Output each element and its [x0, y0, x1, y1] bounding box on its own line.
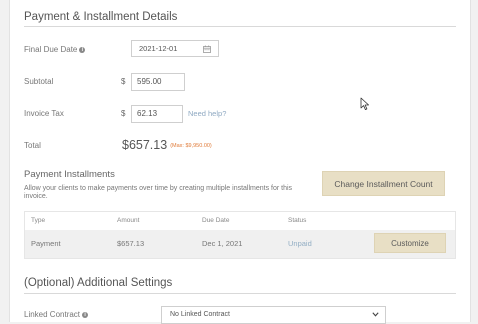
section-divider [24, 26, 456, 27]
installments-title: Payment Installments [24, 169, 115, 180]
additional-settings-title: (Optional) Additional Settings [24, 277, 173, 289]
section-divider [24, 293, 456, 294]
info-icon[interactable]: i [82, 312, 89, 318]
total-max: (Max: $9,950.00) [170, 143, 212, 149]
total-label: Total [24, 141, 41, 150]
change-installment-count-button[interactable]: Change Installment Count [322, 171, 445, 196]
row-type: Payment [31, 239, 61, 248]
subtotal-currency: $ [121, 77, 126, 86]
linked-contract-select[interactable]: No Linked Contract [161, 306, 386, 324]
linked-contract-value: No Linked Contract [170, 311, 230, 318]
final-due-date-input[interactable]: 2021-12-01 [131, 40, 219, 57]
column-header-status: Status [288, 217, 307, 224]
invoice-tax-label: Invoice Tax [24, 109, 64, 118]
final-due-date-label: Final Due Date i [24, 45, 86, 54]
row-due-date: Dec 1, 2021 [202, 239, 243, 248]
calendar-icon[interactable] [203, 45, 211, 53]
subtotal-input[interactable]: 595.00 [131, 73, 185, 91]
linked-contract-label: Linked Contract i [24, 310, 89, 319]
info-icon[interactable]: i [79, 47, 86, 53]
payment-details-card: Payment & Installment Details Final Due … [9, 0, 471, 324]
chevron-down-icon [372, 312, 379, 317]
row-status: Unpaid [288, 239, 312, 248]
installments-table: Type Amount Due Date Status Payment $657… [24, 211, 456, 259]
total-value: $657.13 (Max: $9,950.00) [122, 138, 212, 152]
invoice-tax-input[interactable]: 62.13 [131, 105, 183, 123]
subtotal-label: Subtotal [24, 77, 54, 86]
mouse-cursor-icon [360, 97, 369, 110]
customize-button[interactable]: Customize [374, 233, 446, 253]
table-row: Payment $657.13 Dec 1, 2021 Unpaid Custo… [25, 230, 455, 258]
payment-section-title: Payment & Installment Details [24, 11, 178, 23]
final-due-date-value: 2021-12-01 [139, 44, 178, 53]
column-header-due-date: Due Date [202, 217, 230, 224]
column-header-type: Type [31, 217, 46, 224]
installments-description: Allow your clients to make payments over… [24, 185, 293, 200]
need-help-link[interactable]: Need help? [188, 109, 226, 118]
tax-currency: $ [121, 109, 126, 118]
row-amount: $657.13 [117, 239, 145, 248]
column-header-amount: Amount [117, 217, 140, 224]
